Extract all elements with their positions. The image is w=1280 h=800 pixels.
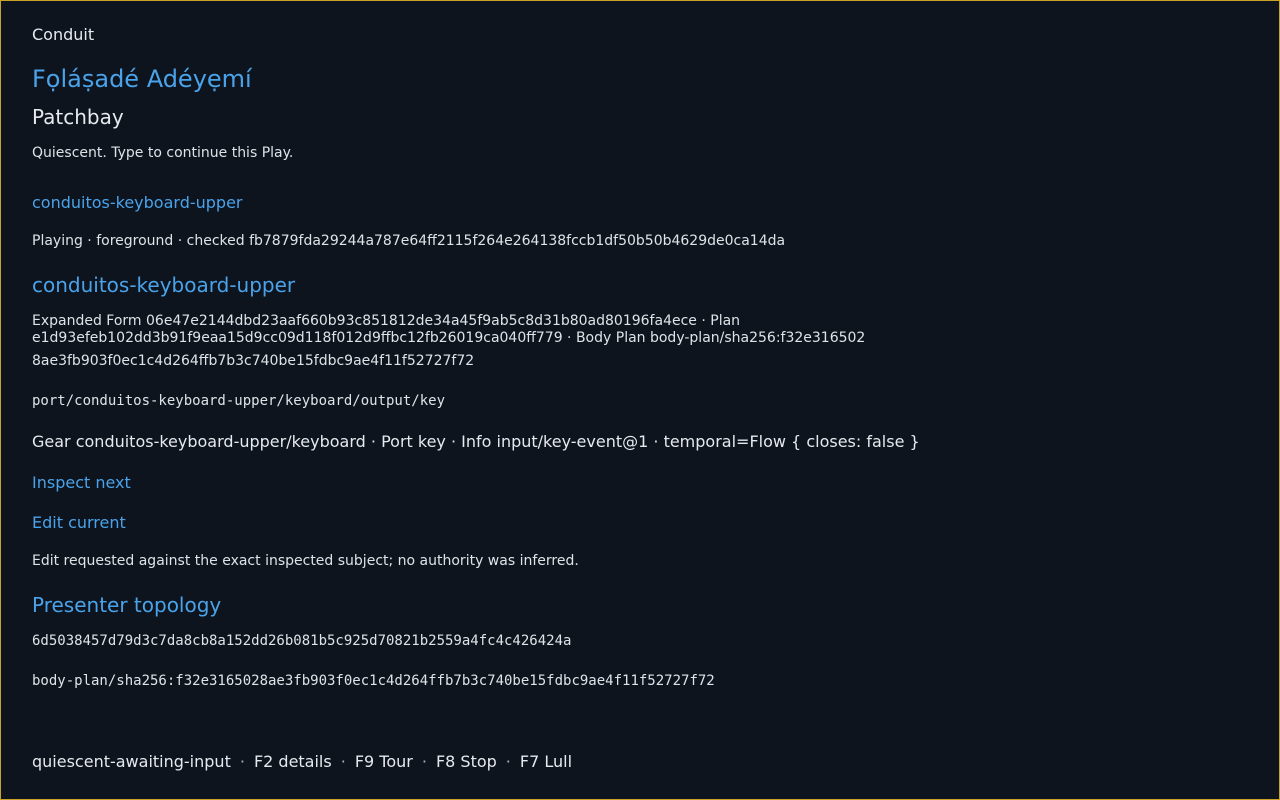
app-name: Conduit — [32, 25, 95, 44]
footer-separator: · — [505, 752, 511, 771]
footer-state: quiescent-awaiting-input — [32, 752, 231, 771]
footer-separator: · — [340, 752, 346, 771]
expanded-form-line-1: Expanded Form 06e47e2144dbd23aaf660b93c8… — [32, 313, 741, 329]
user-name: Fọláṣadé Adéyẹmí — [32, 65, 252, 93]
edit-note: Edit requested against the exact inspect… — [32, 553, 579, 569]
footer-key-details[interactable]: F2 details — [254, 752, 332, 771]
footer-separator: · — [421, 752, 427, 771]
footer-separator: · — [239, 752, 245, 771]
gear-link[interactable]: conduitos-keyboard-upper — [32, 193, 243, 212]
presenter-topology-heading: Presenter topology — [32, 593, 222, 617]
page-title: Patchbay — [32, 105, 124, 129]
playing-status: Playing · foreground · checked fb7879fda… — [32, 233, 786, 249]
expanded-form-line-2: e1d93efeb102dd3b91f9eaa15d9cc09d118f012d… — [32, 330, 866, 346]
footer-bar: quiescent-awaiting-input · F2 details · F9 T… — [32, 752, 572, 771]
inspect-next-button[interactable]: Inspect next — [32, 473, 131, 492]
gear-info: Gear conduitos-keyboard-upper/keyboard ·… — [32, 432, 920, 451]
footer-key-tour[interactable]: F9 Tour — [355, 752, 413, 771]
port-path: port/conduitos-keyboard-upper/keyboard/o… — [32, 393, 446, 409]
footer-key-lull[interactable]: F7 Lull — [520, 752, 572, 771]
footer-key-stop[interactable]: F8 Stop — [436, 752, 497, 771]
presenter-hash: 6d5038457d79d3c7da8cb8a152dd26b081b5c925… — [32, 633, 572, 649]
status-text: Quiescent. Type to continue this Play. — [32, 145, 294, 161]
expanded-form-line-3: 8ae3fb903f0ec1c4d264ffb7b3c740be15fdbc9a… — [32, 353, 475, 369]
presenter-body-plan: body-plan/sha256:f32e3165028ae3fb903f0ec… — [32, 673, 715, 689]
edit-current-button[interactable]: Edit current — [32, 513, 126, 532]
gear-heading: conduitos-keyboard-upper — [32, 273, 296, 297]
expanded-form: Expanded Form 06e47e2144dbd23aaf660b93c8… — [32, 313, 865, 347]
